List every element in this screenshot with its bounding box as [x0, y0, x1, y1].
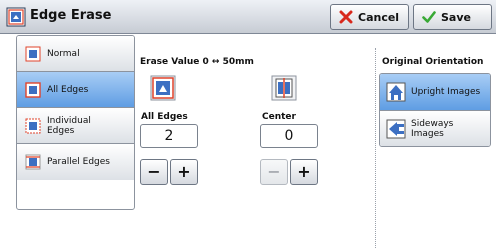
individual-edges-mode-icon — [25, 118, 41, 133]
normal-option-label: Normal — [47, 48, 80, 59]
erase-value-range-label: Erase Value 0 ↔ 50mm — [140, 57, 254, 67]
title-bar: Edge Erase Cancel Save — [0, 0, 496, 34]
center-increment-button[interactable]: + — [290, 159, 318, 185]
all-edges-field-label: All Edges — [141, 112, 188, 122]
sideways-image-icon — [386, 119, 406, 138]
center-decrement-button[interactable]: − — [260, 159, 288, 185]
cancel-label: Cancel — [358, 10, 400, 24]
all-edges-mode-icon — [25, 81, 41, 98]
upright-images-option[interactable]: Upright Images — [380, 74, 490, 110]
all-edges-icon — [150, 75, 176, 101]
all-edges-option-label: All Edges — [47, 84, 89, 95]
all-edges-decrement-button[interactable]: − — [140, 159, 168, 185]
sideways-images-label: Sideways Images — [411, 118, 454, 139]
upright-images-label: Upright Images — [411, 87, 481, 97]
normal-mode-icon — [25, 46, 41, 61]
sideways-images-option[interactable]: Sideways Images — [380, 110, 490, 146]
individual-edges-option[interactable]: Individual Edges — [17, 108, 134, 144]
checkmark-icon — [422, 11, 436, 23]
normal-option[interactable]: Normal — [17, 36, 134, 72]
original-orientation-label: Original Orientation — [382, 57, 484, 67]
save-button[interactable]: Save — [413, 4, 492, 30]
parallel-edges-option-label: Parallel Edges — [47, 157, 110, 167]
all-edges-option[interactable]: All Edges — [17, 72, 134, 108]
cancel-x-icon — [339, 10, 353, 24]
center-field-label: Center — [262, 112, 296, 122]
cancel-button[interactable]: Cancel — [330, 4, 409, 30]
upright-image-icon — [386, 82, 406, 102]
center-erase-icon — [271, 75, 297, 101]
edge-erase-icon — [6, 7, 26, 27]
page-title: Edge Erase — [30, 8, 112, 23]
section-divider — [375, 48, 376, 248]
all-edges-value-field[interactable]: 2 — [140, 124, 198, 148]
orientation-group: Upright Images Sideways Images — [379, 73, 491, 147]
parallel-edges-option[interactable]: Parallel Edges — [17, 144, 134, 180]
all-edges-increment-button[interactable]: + — [170, 159, 198, 185]
erase-mode-group: Normal All Edges Individual Edges Parall… — [16, 35, 135, 210]
center-value-field[interactable]: 0 — [260, 124, 318, 148]
individual-edges-option-label: Individual Edges — [47, 115, 91, 136]
save-label: Save — [441, 10, 471, 24]
parallel-edges-mode-icon — [25, 154, 41, 170]
